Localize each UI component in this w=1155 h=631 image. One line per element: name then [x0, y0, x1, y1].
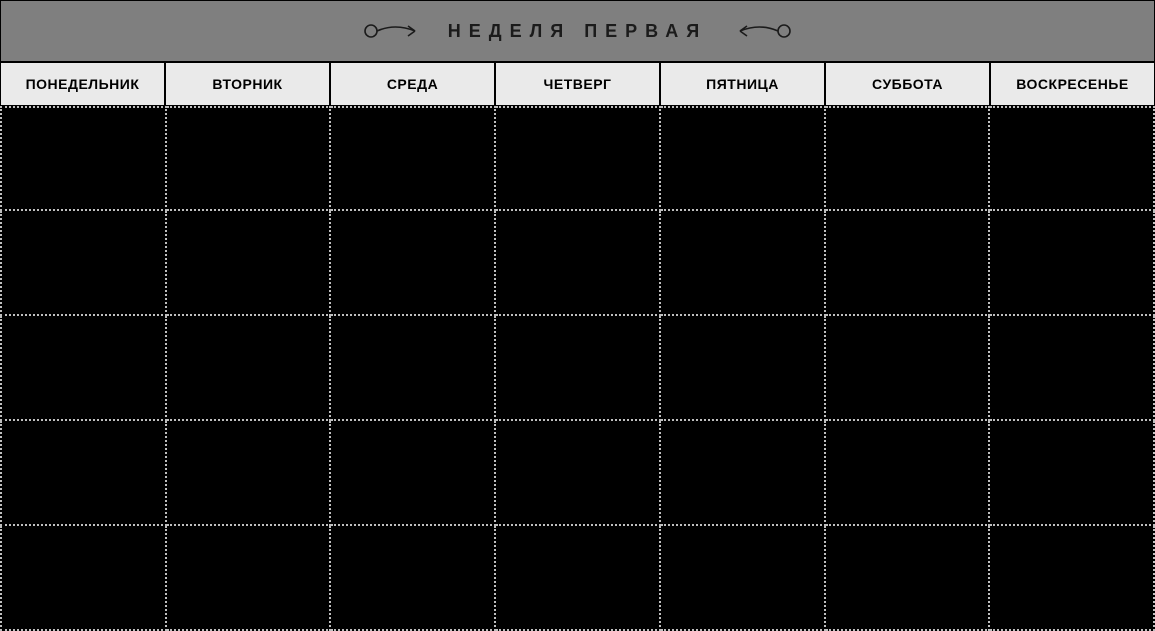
day-header-wednesday: СРЕДА [330, 62, 495, 106]
planner-grid [0, 106, 1155, 631]
grid-cell [496, 526, 661, 631]
grid-cell [990, 316, 1155, 421]
grid-row [0, 211, 1155, 316]
grid-cell [496, 106, 661, 211]
day-header-monday: ПОНЕДЕЛЬНИК [0, 62, 165, 106]
weekly-planner: НЕДЕЛЯ ПЕРВАЯ ПОНЕДЕЛЬНИК ВТОРНИК СРЕДА … [0, 0, 1155, 631]
day-header-saturday: СУББОТА [825, 62, 990, 106]
grid-cell [990, 421, 1155, 526]
grid-cell [826, 421, 991, 526]
grid-cell [661, 211, 826, 316]
day-header-sunday: ВОСКРЕСЕНЬЕ [990, 62, 1155, 106]
flourish-left-icon [360, 20, 430, 42]
page-title: НЕДЕЛЯ ПЕРВАЯ [448, 21, 707, 42]
grid-cell [496, 421, 661, 526]
grid-cell [990, 106, 1155, 211]
grid-cell [167, 421, 332, 526]
grid-cell [990, 211, 1155, 316]
grid-row [0, 421, 1155, 526]
day-header-thursday: ЧЕТВЕРГ [495, 62, 660, 106]
day-header-tuesday: ВТОРНИК [165, 62, 330, 106]
grid-cell [496, 316, 661, 421]
grid-cell [496, 211, 661, 316]
flourish-right-icon [725, 20, 795, 42]
grid-row [0, 106, 1155, 211]
title-bar: НЕДЕЛЯ ПЕРВАЯ [0, 0, 1155, 62]
grid-cell [167, 106, 332, 211]
grid-cell [167, 316, 332, 421]
grid-cell [661, 316, 826, 421]
grid-row [0, 526, 1155, 631]
day-header-friday: ПЯТНИЦА [660, 62, 825, 106]
grid-cell [167, 211, 332, 316]
grid-cell [661, 526, 826, 631]
grid-cell [661, 421, 826, 526]
grid-cell [0, 421, 167, 526]
grid-cell [167, 526, 332, 631]
grid-cell [331, 211, 496, 316]
grid-cell [826, 211, 991, 316]
grid-cell [661, 106, 826, 211]
day-header-row: ПОНЕДЕЛЬНИК ВТОРНИК СРЕДА ЧЕТВЕРГ ПЯТНИЦ… [0, 62, 1155, 106]
grid-cell [0, 526, 167, 631]
grid-cell [331, 316, 496, 421]
grid-cell [990, 526, 1155, 631]
grid-cell [0, 211, 167, 316]
grid-cell [331, 421, 496, 526]
grid-cell [826, 316, 991, 421]
grid-cell [0, 316, 167, 421]
grid-cell [826, 526, 991, 631]
grid-cell [331, 526, 496, 631]
grid-cell [826, 106, 991, 211]
grid-cell [331, 106, 496, 211]
grid-row [0, 316, 1155, 421]
grid-cell [0, 106, 167, 211]
